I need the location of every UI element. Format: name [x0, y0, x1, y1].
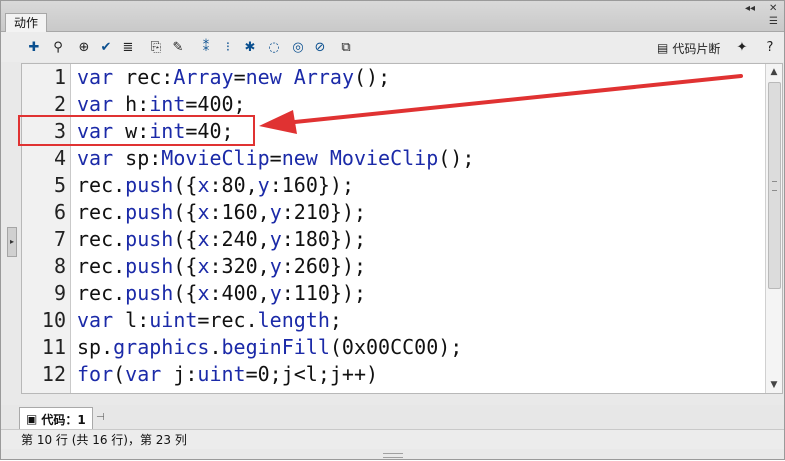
code-line[interactable]: rec.push({x:320,y:260});	[77, 253, 366, 280]
code-line[interactable]: rec.push({x:240,y:180});	[77, 226, 366, 253]
script-tab-bar: ▣ 代码：1 ⊣	[1, 405, 784, 430]
panel-titlebar: 动作 ◂◂ ✕ ☰	[1, 1, 784, 32]
code-line[interactable]: rec.push({x:160,y:210});	[77, 199, 366, 226]
code-snippets-button[interactable]: ▤ 代码片断	[657, 39, 720, 57]
line-number: 12	[41, 362, 66, 386]
resize-grip-icon[interactable]	[383, 453, 403, 458]
line-number: 8	[53, 254, 66, 278]
actions-panel: 动作 ◂◂ ✕ ☰ ✚ ⚲ ⊕ ✔ ≣ ⎘ ✎ ⁑ ⁝ ✱ ◌ ◎ ⊘ ⧉ ▤ …	[0, 0, 785, 460]
magic-wand-icon[interactable]: ✦	[733, 38, 751, 56]
auto-format-icon[interactable]: ≣	[119, 38, 137, 56]
code-hint-icon[interactable]: ⎘	[147, 38, 165, 56]
collapse-between-braces-icon[interactable]: ⁑	[197, 38, 215, 56]
apply-block-comment-icon[interactable]: ◌	[265, 38, 283, 56]
debug-options-icon[interactable]: ✎	[169, 38, 187, 56]
show-hide-toolbox-icon[interactable]: ⧉	[337, 38, 355, 56]
line-number: 6	[53, 200, 66, 224]
status-bar: 第 10 行 (共 16 行)，第 23 列	[1, 429, 784, 449]
find-icon[interactable]: ⚲	[49, 38, 67, 56]
expand-all-icon[interactable]: ✱	[241, 38, 259, 56]
code-line[interactable]: var rec:Array=new Array();	[77, 64, 390, 91]
collapse-icon[interactable]: ◂◂	[745, 3, 755, 14]
code-line[interactable]: for(var j:uint=0;j<l;j++)	[77, 361, 378, 388]
line-number: 1	[53, 65, 66, 89]
script-file-icon: ▣	[26, 412, 38, 426]
line-number: 7	[53, 227, 66, 251]
add-statement-icon[interactable]: ✚	[25, 38, 43, 56]
scrollbar-thumb[interactable]	[768, 82, 781, 289]
vertical-scrollbar[interactable]: ▲ ▼	[765, 64, 782, 393]
line-number: 11	[41, 335, 66, 359]
toolbox-toggle-handle[interactable]: ▸	[7, 227, 17, 257]
scroll-up-arrow-icon[interactable]: ▲	[766, 64, 782, 80]
snippets-label: 代码片断	[672, 41, 721, 56]
script-editor[interactable]: 1 2 3 4 5 6 7 8 9 10 11 12 var rec:Array…	[21, 63, 783, 394]
line-number: 4	[53, 146, 66, 170]
line-number: 9	[53, 281, 66, 305]
remove-comment-icon[interactable]: ⊘	[311, 38, 329, 56]
help-icon[interactable]: ?	[761, 38, 779, 56]
thumb-grip-icon	[772, 181, 777, 191]
target-icon[interactable]: ⊕	[75, 38, 93, 56]
check-syntax-icon[interactable]: ✔	[97, 38, 115, 56]
code-line[interactable]: rec.push({x:400,y:110});	[77, 280, 366, 307]
line-number: 2	[53, 92, 66, 116]
collapse-selection-icon[interactable]: ⁝	[219, 38, 237, 56]
actions-toolbar: ✚ ⚲ ⊕ ✔ ≣ ⎘ ✎ ⁑ ⁝ ✱ ◌ ◎ ⊘ ⧉ ▤ 代码片断 ✦ ?	[1, 32, 784, 62]
line-number: 10	[41, 308, 66, 332]
code-line[interactable]: var h:int=400;	[77, 91, 246, 118]
close-icon[interactable]: ✕	[769, 3, 777, 14]
panel-menu-icon[interactable]: ☰	[769, 16, 778, 27]
code-tab-label: 代码：1	[41, 412, 86, 427]
apply-line-comment-icon[interactable]: ◎	[289, 38, 307, 56]
tab-actions[interactable]: 动作	[5, 13, 48, 32]
highlight-annotation	[18, 115, 255, 146]
code-line[interactable]: sp.graphics.beginFill(0x00CC00);	[77, 334, 462, 361]
scroll-down-arrow-icon[interactable]: ▼	[766, 377, 782, 393]
code-line[interactable]: rec.push({x:80,y:160});	[77, 172, 354, 199]
line-number: 5	[53, 173, 66, 197]
tab-code-1[interactable]: ▣ 代码：1	[19, 407, 93, 430]
snippets-icon: ▤	[657, 41, 669, 55]
line-number-gutter: 1 2 3 4 5 6 7 8 9 10 11 12	[22, 64, 71, 393]
code-line[interactable]: var sp:MovieClip=new MovieClip();	[77, 145, 474, 172]
pin-script-icon[interactable]: ⊣	[96, 412, 105, 423]
code-line[interactable]: var l:uint=rec.length;	[77, 307, 342, 334]
